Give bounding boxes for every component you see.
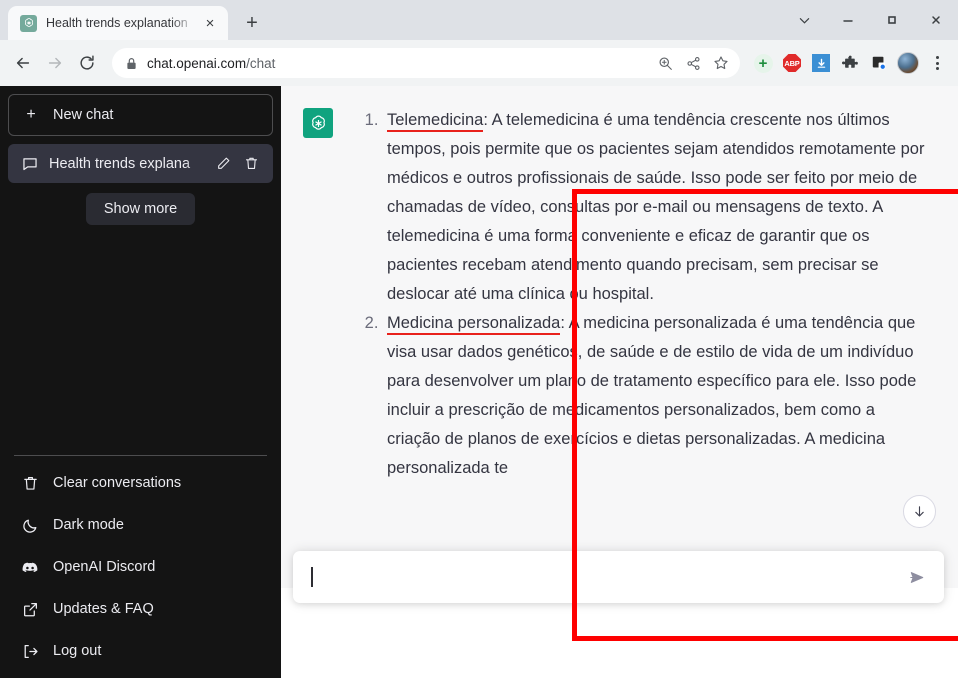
omnibox-actions xyxy=(652,50,734,76)
list-item-term: Telemedicina xyxy=(387,111,484,132)
sidebar-item-label: Clear conversations xyxy=(53,475,182,491)
trash-icon xyxy=(21,474,39,492)
sidebar-item-dark-mode[interactable]: Dark mode xyxy=(8,504,273,546)
minimize-button[interactable] xyxy=(826,0,870,40)
trash-icon[interactable] xyxy=(243,155,260,172)
send-icon[interactable] xyxy=(904,564,930,590)
show-more-container: Show more xyxy=(8,193,273,225)
list-item-text: : A telemedicina é uma tendência crescen… xyxy=(387,111,925,304)
conversation-thread[interactable]: Telemedicina: A telemedicina é uma tendê… xyxy=(281,86,958,548)
close-window-button[interactable] xyxy=(914,0,958,40)
list-item: Medicina personalizada: A medicina perso… xyxy=(383,309,928,483)
message-composer[interactable] xyxy=(293,551,944,603)
list-item-text: : A medicina personalizada é uma tendênc… xyxy=(387,314,917,478)
new-chat-label: New chat xyxy=(53,107,114,123)
profile-avatar-image xyxy=(897,52,919,74)
zoom-icon[interactable] xyxy=(652,50,678,76)
sidebar-item-label: Dark mode xyxy=(53,517,124,533)
tab-close-icon[interactable]: × xyxy=(200,13,220,33)
conversation-title: Health trends explana xyxy=(49,155,191,172)
external-link-icon xyxy=(21,600,39,618)
adblock-plus-glyph: ABP xyxy=(783,54,801,72)
back-button[interactable] xyxy=(8,48,38,78)
sidebar-item-clear-conversations[interactable]: Clear conversations xyxy=(8,462,273,504)
chatgpt-logo-icon xyxy=(303,108,333,138)
composer-zone: ChatGPT Jan 9 Version. Free Research Pre… xyxy=(281,548,958,678)
tab-title: Health trends explanation xyxy=(46,16,188,30)
url-path: /chat xyxy=(246,55,276,71)
add-extension-glyph: + xyxy=(753,53,773,73)
list-item: Telemedicina: A telemedicina é uma tendê… xyxy=(383,106,928,309)
chatgpt-favicon-icon xyxy=(20,14,37,32)
bookmark-star-icon[interactable] xyxy=(708,50,734,76)
new-chat-button[interactable]: + New chat xyxy=(8,94,273,136)
adblock-plus-icon[interactable]: ABP xyxy=(779,50,805,76)
plus-icon: + xyxy=(26,106,36,123)
sidebar-item-log-out[interactable]: Log out xyxy=(8,630,273,672)
tab-search-chevron-icon[interactable] xyxy=(782,0,826,40)
reload-button[interactable] xyxy=(72,48,102,78)
sidebar-conversation-item[interactable]: Health trends explana xyxy=(8,144,273,183)
new-tab-button[interactable]: + xyxy=(238,9,266,37)
page-body: + New chat Health trends explana Show mo… xyxy=(0,86,958,678)
window-controls xyxy=(782,0,958,40)
browser-tab[interactable]: Health trends explanation × xyxy=(8,6,228,40)
sidebar-item-updates-faq[interactable]: Updates & FAQ xyxy=(8,588,273,630)
url-text: chat.openai.com/chat xyxy=(147,56,275,71)
scroll-to-bottom-button[interactable] xyxy=(903,495,936,528)
assistant-message-body: Telemedicina: A telemedicina é uma tendê… xyxy=(333,106,928,483)
sidebar-item-label: OpenAI Discord xyxy=(53,559,156,575)
download-glyph xyxy=(812,54,830,72)
share-icon[interactable] xyxy=(680,50,706,76)
sidebar-item-label: Updates & FAQ xyxy=(53,601,154,617)
kebab-menu-icon[interactable] xyxy=(924,50,950,76)
logout-icon xyxy=(21,642,39,660)
text-caret xyxy=(311,567,313,587)
url-host: chat.openai.com xyxy=(147,55,247,71)
lock-icon xyxy=(126,57,137,70)
address-bar[interactable]: chat.openai.com/chat xyxy=(112,48,740,78)
add-extension-icon[interactable]: + xyxy=(750,50,776,76)
maximize-button[interactable] xyxy=(870,0,914,40)
forward-button[interactable] xyxy=(40,48,70,78)
list-item-term: Medicina personalizada xyxy=(387,314,561,336)
answer-list: Telemedicina: A telemedicina é uma tendê… xyxy=(357,106,928,483)
show-more-button[interactable]: Show more xyxy=(85,193,196,225)
extensions-bar: + ABP xyxy=(748,50,950,76)
chat-main: Telemedicina: A telemedicina é uma tendê… xyxy=(281,86,958,678)
screen-capture-icon[interactable] xyxy=(866,50,892,76)
sidebar-item-label: Log out xyxy=(53,643,102,659)
avatar[interactable] xyxy=(895,50,921,76)
tab-strip: Health trends explanation × + xyxy=(0,0,958,40)
moon-icon xyxy=(21,516,39,534)
assistant-message: Telemedicina: A telemedicina é uma tendê… xyxy=(281,86,958,483)
discord-icon xyxy=(21,558,39,576)
sidebar-divider xyxy=(14,455,267,456)
browser-toolbar: chat.openai.com/chat + ABP xyxy=(0,40,958,86)
pencil-icon[interactable] xyxy=(215,155,232,172)
browser-window: Health trends explanation × + chat.opena… xyxy=(0,0,958,678)
sidebar-item-openai-discord[interactable]: OpenAI Discord xyxy=(8,546,273,588)
download-manager-icon[interactable] xyxy=(808,50,834,76)
puzzle-extensions-icon[interactable] xyxy=(837,50,863,76)
chat-bubble-icon xyxy=(21,155,38,172)
sidebar: + New chat Health trends explana Show mo… xyxy=(0,86,281,678)
